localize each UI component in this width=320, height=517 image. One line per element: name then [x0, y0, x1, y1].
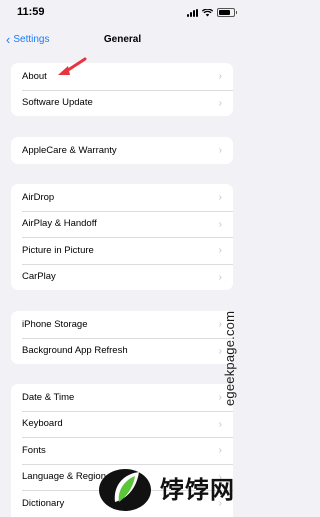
- battery-icon: [217, 8, 237, 17]
- row-label: iPhone Storage: [22, 318, 88, 330]
- settings-group: AirDrop › AirPlay & Handoff › Picture in…: [11, 184, 233, 290]
- settings-row-about[interactable]: About ›: [11, 63, 233, 90]
- watermark-logo-text: 饽饽网: [160, 477, 235, 504]
- row-label: Background App Refresh: [22, 345, 128, 357]
- chevron-right-icon: ›: [218, 445, 222, 456]
- leaf-logo-icon: [99, 469, 151, 511]
- chevron-right-icon: ›: [218, 192, 222, 203]
- row-label: AirPlay & Handoff: [22, 218, 97, 230]
- row-label: Dictionary: [22, 497, 65, 509]
- settings-row-fonts[interactable]: Fonts ›: [11, 437, 233, 464]
- cellular-signal-icon: [187, 8, 198, 17]
- settings-row-airplay-handoff[interactable]: AirPlay & Handoff ›: [11, 210, 233, 238]
- settings-row-applecare[interactable]: AppleCare & Warranty ›: [11, 137, 233, 164]
- chevron-right-icon: ›: [218, 271, 222, 283]
- settings-row-background-app-refresh[interactable]: Background App Refresh ›: [11, 337, 233, 365]
- watermark-text: egeekpage.com: [222, 310, 237, 406]
- chevron-right-icon: ›: [218, 145, 222, 156]
- status-icons: [187, 8, 237, 17]
- row-label: AirDrop: [22, 191, 55, 203]
- row-label: AppleCare & Warranty: [22, 144, 117, 156]
- row-label: Fonts: [22, 444, 46, 456]
- row-label: Keyboard: [22, 418, 63, 430]
- row-label: Software Update: [22, 97, 93, 109]
- settings-group: About › Software Update ›: [11, 63, 233, 116]
- chevron-right-icon: ›: [218, 97, 222, 109]
- settings-row-date-time[interactable]: Date & Time ›: [11, 384, 233, 411]
- settings-group: AppleCare & Warranty ›: [11, 137, 233, 164]
- settings-row-keyboard[interactable]: Keyboard ›: [11, 410, 233, 438]
- chevron-right-icon: ›: [218, 418, 222, 430]
- chevron-right-icon: ›: [218, 245, 222, 256]
- wifi-icon: [202, 8, 213, 16]
- chevron-right-icon: ›: [218, 218, 222, 230]
- row-label: CarPlay: [22, 271, 56, 283]
- row-label: Picture in Picture: [22, 244, 94, 256]
- annotation-arrow-icon: [58, 57, 87, 75]
- settings-row-carplay[interactable]: CarPlay ›: [11, 263, 233, 291]
- page-title: General: [103, 34, 142, 45]
- chevron-right-icon: ›: [218, 71, 222, 82]
- settings-row-picture-in-picture[interactable]: Picture in Picture ›: [11, 237, 233, 264]
- status-time: 11:59: [17, 6, 45, 18]
- row-label: About: [22, 70, 47, 82]
- settings-row-software-update[interactable]: Software Update ›: [11, 89, 233, 117]
- settings-group: iPhone Storage › Background App Refresh …: [11, 311, 233, 364]
- settings-row-iphone-storage[interactable]: iPhone Storage ›: [11, 311, 233, 338]
- navigation-bar: ‹ Settings General: [0, 26, 245, 56]
- row-label: Language & Region: [22, 471, 106, 483]
- status-bar: 11:59: [0, 0, 245, 26]
- settings-row-airdrop[interactable]: AirDrop ›: [11, 184, 233, 211]
- row-label: Date & Time: [22, 391, 75, 403]
